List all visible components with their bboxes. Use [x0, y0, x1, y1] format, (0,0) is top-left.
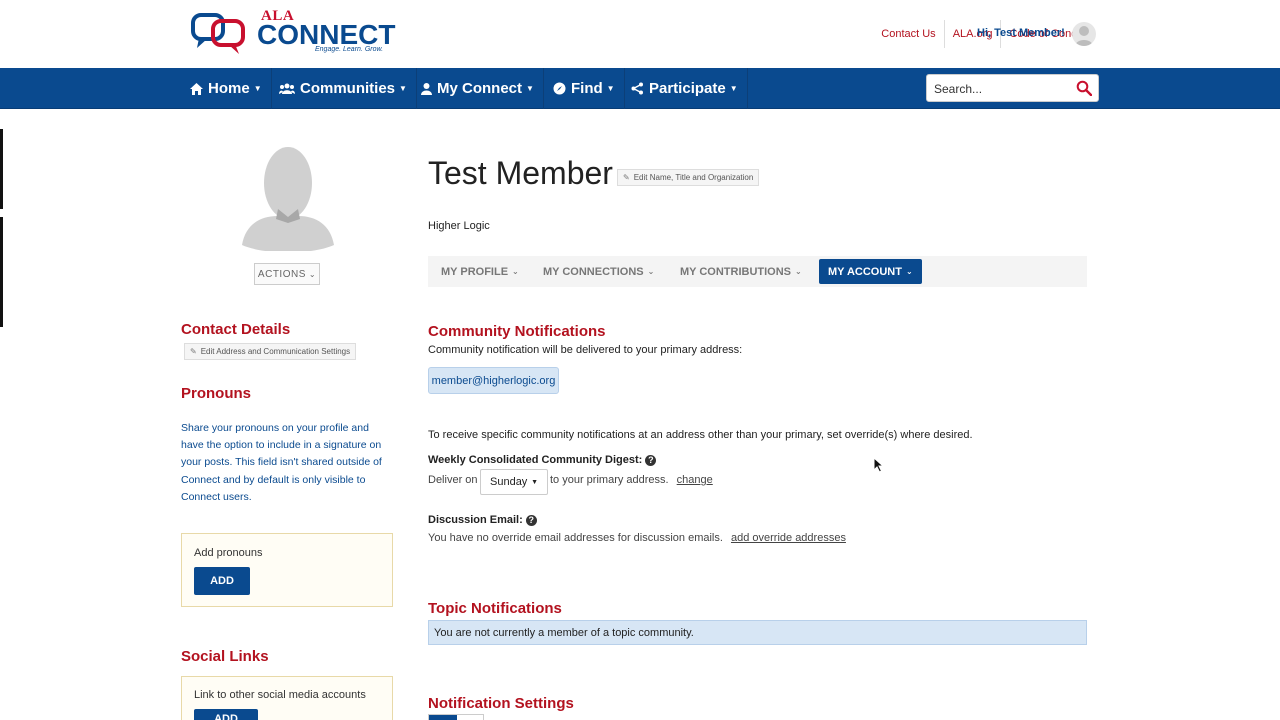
- ala-connect-logo[interactable]: ALA CONNECT Engage. Learn. Grow.: [191, 8, 395, 58]
- edit-name-button[interactable]: ✎ Edit Name, Title and Organization: [617, 169, 760, 186]
- override-instructions: To receive specific community notificati…: [428, 429, 973, 441]
- chevron-down-icon: ▼: [526, 84, 534, 93]
- chevron-down-icon: ⌄: [512, 267, 519, 276]
- tab-my-contributions-label: MY CONTRIBUTIONS: [680, 265, 792, 278]
- home-icon: [190, 82, 203, 95]
- discussion-email-text: You have no override email addresses for…: [428, 532, 846, 544]
- tab-my-account-label: MY ACCOUNT: [828, 265, 902, 278]
- actions-label: ACTIONS: [257, 268, 306, 280]
- user-avatar[interactable]: [1072, 22, 1096, 46]
- digest-label: Weekly Consolidated Community Digest:?: [428, 454, 657, 466]
- logo-tagline: Engage. Learn. Grow.: [315, 46, 384, 53]
- chevron-down-icon: ⌄: [905, 267, 913, 276]
- people-icon: [279, 83, 295, 95]
- search-icon[interactable]: [1076, 80, 1093, 101]
- discussion-email-label-text: Discussion Email:: [428, 514, 523, 526]
- nav-participate[interactable]: Participate ▼: [622, 68, 748, 109]
- digest-day-select[interactable]: Sunday ▼: [480, 469, 548, 495]
- profile-tabs: MY PROFILE ⌄ MY CONNECTIONS ⌄ MY CONTRIB…: [428, 256, 1087, 287]
- chevron-down-icon: ▼: [729, 84, 738, 93]
- community-notifications-heading: Community Notifications: [428, 323, 606, 340]
- nav-communities[interactable]: Communities ▼: [270, 68, 417, 109]
- topic-notifications-heading: Topic Notifications: [428, 600, 562, 617]
- nav-participate-label: Participate: [649, 80, 726, 97]
- edit-name-label: Edit Name, Title and Organization: [633, 173, 754, 182]
- nav-communities-label: Communities: [300, 80, 396, 97]
- pronouns-description: Share your pronouns on your profile and …: [181, 422, 382, 503]
- nav-my-connect[interactable]: My Connect ▼: [412, 68, 544, 109]
- left-edge-marker: [0, 129, 3, 209]
- nav-find-label: Find: [571, 80, 603, 97]
- main-navbar: Home ▼ Communities ▼ My Connect ▼ Find ▼…: [0, 68, 1280, 109]
- deliver-on-label: Deliver on: [428, 474, 478, 486]
- contact-us-link[interactable]: Contact Us: [873, 20, 945, 48]
- to-primary-label: to your primary address.: [550, 474, 669, 486]
- user-silhouette-icon: [1075, 26, 1093, 46]
- add-override-link[interactable]: add override addresses: [731, 532, 846, 544]
- mouse-cursor-icon: [873, 456, 885, 478]
- chevron-down-icon: ⌄: [795, 267, 802, 276]
- profile-organization: Higher Logic: [428, 220, 490, 232]
- speech-bubbles-icon: [191, 13, 245, 54]
- primary-email-badge: member@higherlogic.org: [428, 367, 559, 394]
- pronouns-panel: Add pronouns ADD: [181, 533, 393, 607]
- user-silhouette-icon: [242, 147, 334, 253]
- tab-my-connections-label: MY CONNECTIONS: [543, 265, 644, 278]
- caret-down-icon: ▼: [531, 479, 538, 486]
- discussion-email-status: You have no override email addresses for…: [428, 532, 723, 544]
- social-links-description: Link to other social media accounts: [194, 689, 366, 701]
- edit-address-button[interactable]: ✎ Edit Address and Communication Setting…: [184, 343, 357, 360]
- add-pronouns-label: Add pronouns: [194, 547, 263, 559]
- change-digest-link[interactable]: change: [677, 474, 713, 486]
- nav-home[interactable]: Home ▼: [181, 68, 272, 109]
- chevron-down-icon: ⌄: [308, 269, 317, 279]
- tab-my-connections[interactable]: MY CONNECTIONS ⌄: [543, 256, 654, 287]
- to-primary-text: to your primary address. change: [550, 474, 713, 486]
- chevron-down-icon: ▼: [606, 84, 615, 93]
- search-box: [926, 74, 1099, 102]
- top-header: ALA CONNECT Engage. Learn. Grow. Contact…: [0, 0, 1280, 68]
- discussion-email-label: Discussion Email:?: [428, 514, 537, 526]
- toggle-on-state: [429, 715, 457, 720]
- pronouns-heading: Pronouns: [181, 385, 251, 402]
- notification-toggle[interactable]: [428, 714, 484, 720]
- social-links-panel: Link to other social media accounts ADD: [181, 676, 393, 720]
- contact-details-heading: Contact Details: [181, 321, 291, 338]
- digest-day-value: Sunday: [490, 476, 528, 488]
- pencil-icon: ✎: [190, 347, 197, 356]
- nav-home-label: Home: [208, 80, 250, 97]
- left-edge-marker: [0, 217, 3, 327]
- share-icon: [631, 82, 644, 95]
- add-social-link-button[interactable]: ADD: [194, 709, 258, 720]
- chevron-down-icon: ▼: [399, 84, 407, 93]
- notification-settings-heading: Notification Settings: [428, 695, 574, 712]
- help-icon[interactable]: ?: [645, 454, 657, 466]
- add-pronouns-button[interactable]: ADD: [194, 567, 250, 595]
- profile-avatar[interactable]: [242, 145, 334, 253]
- user-greeting[interactable]: Hi, Test Member!: [977, 27, 1065, 39]
- compass-icon: [553, 82, 566, 95]
- chevron-down-icon: ▼: [253, 84, 262, 93]
- tab-my-profile[interactable]: MY PROFILE ⌄: [441, 256, 519, 287]
- pencil-icon: ✎: [623, 173, 630, 182]
- topic-info-message: You are not currently a member of a topi…: [428, 620, 1087, 645]
- social-links-heading: Social Links: [181, 648, 269, 665]
- community-intro-text: Community notification will be delivered…: [428, 344, 743, 356]
- edit-address-label: Edit Address and Communication Settings: [200, 347, 351, 356]
- tab-my-account[interactable]: MY ACCOUNT ⌄: [819, 259, 922, 284]
- person-icon: [421, 82, 432, 95]
- help-icon[interactable]: ?: [525, 514, 537, 526]
- actions-dropdown[interactable]: ACTIONS ⌄: [254, 263, 320, 285]
- profile-name: Test Member: [428, 155, 613, 191]
- digest-label-text: Weekly Consolidated Community Digest:: [428, 454, 643, 466]
- search-input[interactable]: [934, 80, 1074, 98]
- chevron-down-icon: ⌄: [647, 267, 655, 276]
- tab-my-profile-label: MY PROFILE: [441, 265, 509, 278]
- nav-my-connect-label: My Connect: [437, 80, 523, 97]
- nav-find[interactable]: Find ▼: [544, 68, 625, 109]
- tab-my-contributions[interactable]: MY CONTRIBUTIONS ⌄: [680, 256, 802, 287]
